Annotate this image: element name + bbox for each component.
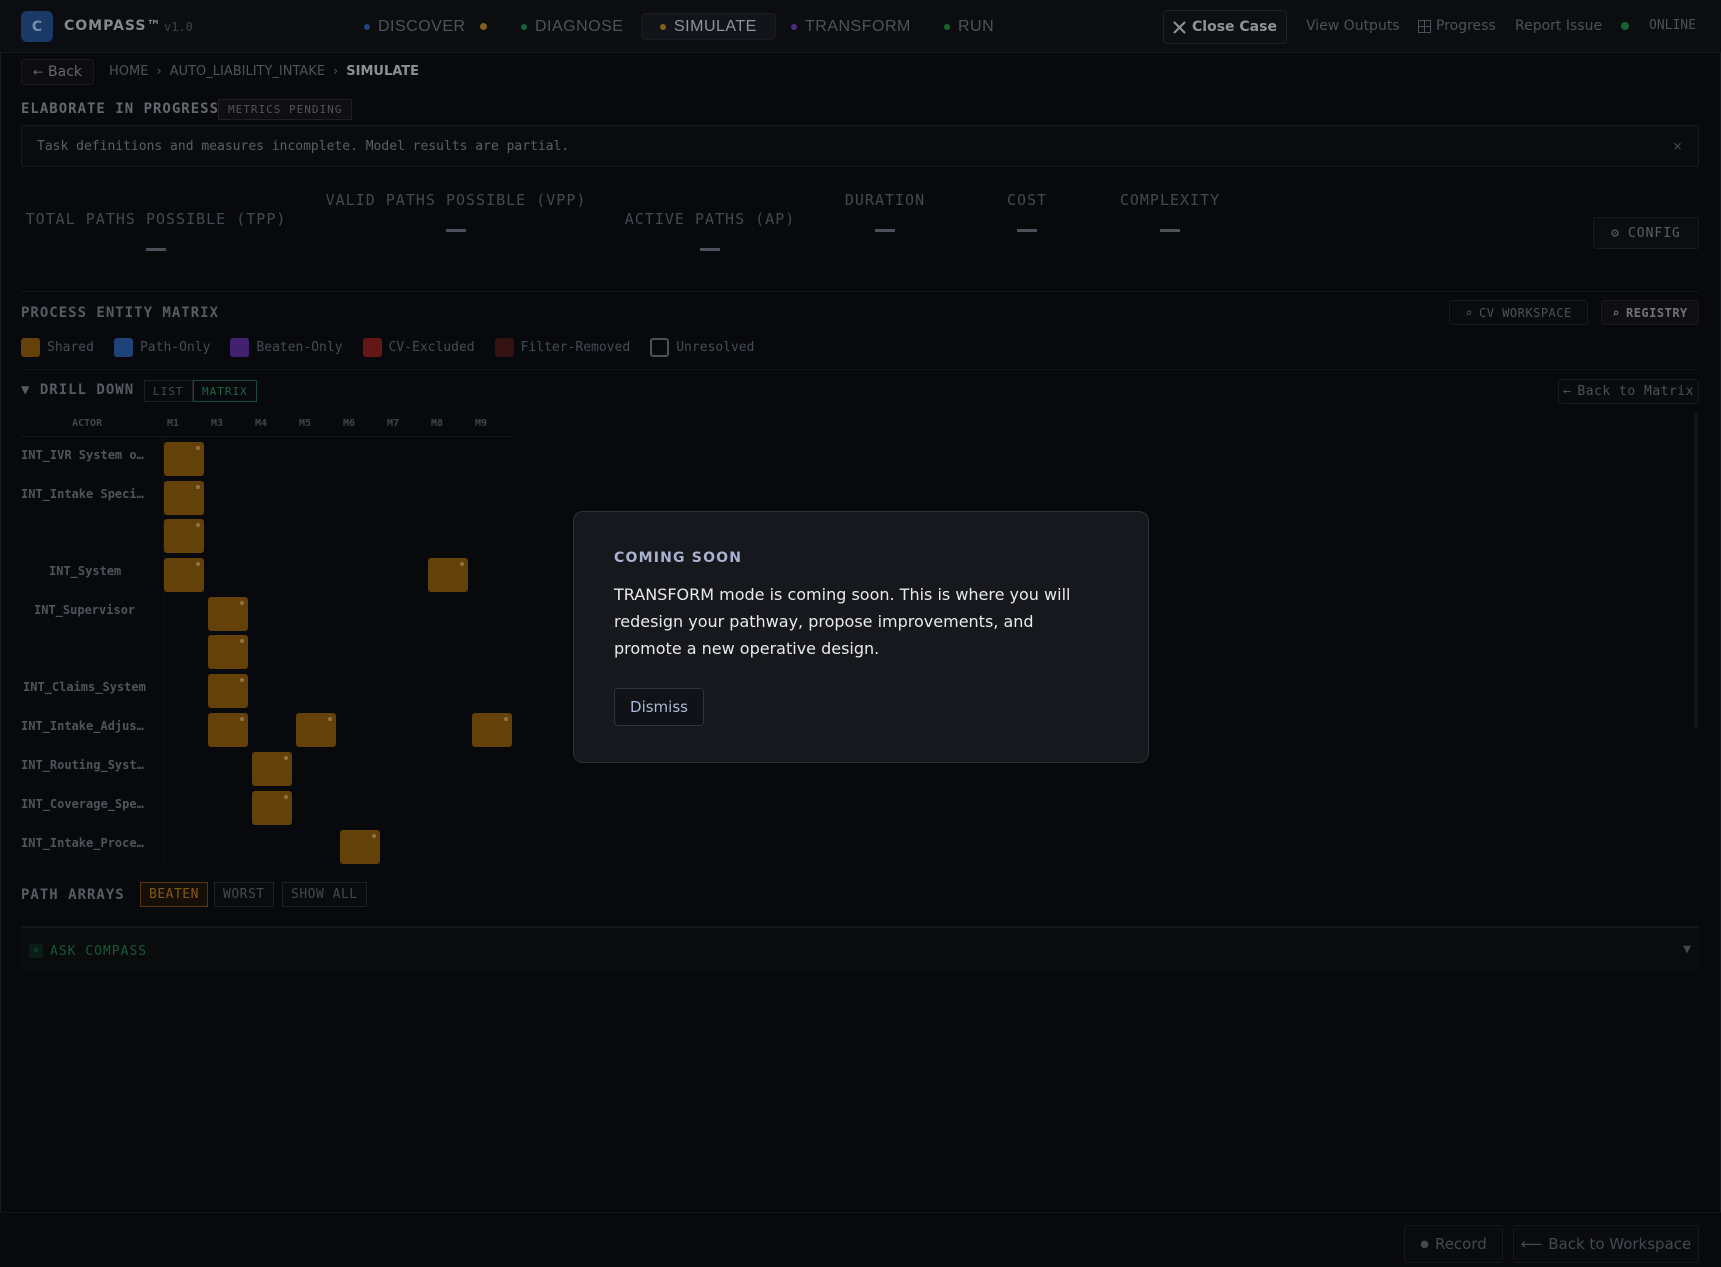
modal-body: TRANSFORM mode is coming soon. This is w… xyxy=(614,585,1071,658)
dismiss-button[interactable]: Dismiss xyxy=(614,688,704,726)
coming-soon-modal: COMING SOON TRANSFORM mode is coming soo… xyxy=(573,511,1149,763)
modal-title: COMING SOON xyxy=(614,550,743,566)
